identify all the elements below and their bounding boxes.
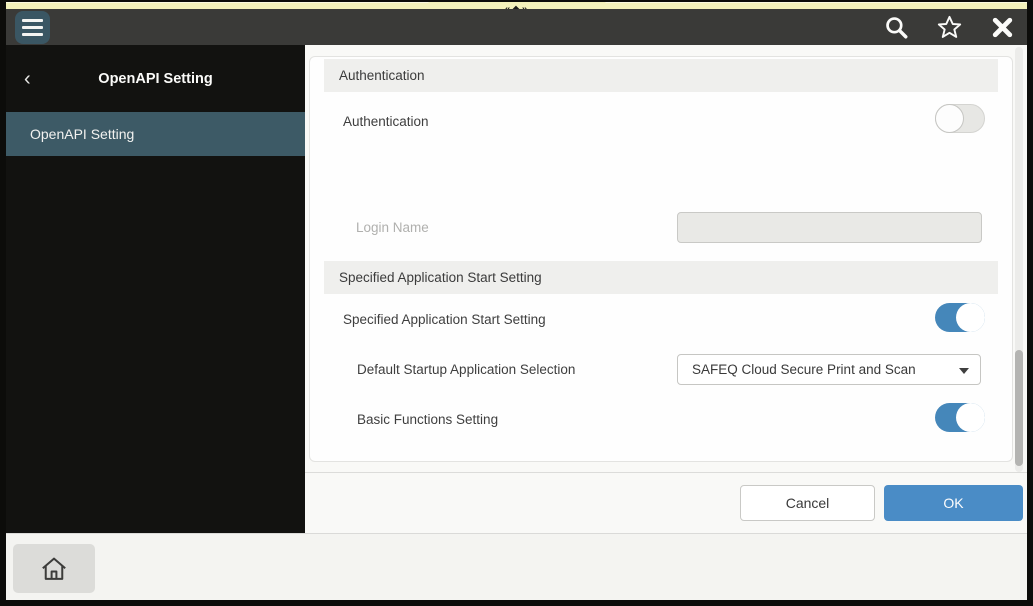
topbar (6, 9, 1027, 45)
sidebar-title: OpenAPI Setting (98, 71, 212, 87)
back-chevron-icon[interactable]: ‹ (20, 69, 35, 89)
topbar-icons (883, 9, 1015, 45)
specified-application-start-label: Specified Application Start Setting (343, 312, 546, 327)
bottom-dock (6, 533, 1027, 600)
select-value: SAFEQ Cloud Secure Print and Scan (692, 362, 916, 377)
search-icon[interactable] (883, 14, 909, 40)
device-screen: «◆» ‹ OpenAPI Setting OpenAPI Set (0, 0, 1033, 606)
section-header-authentication: Authentication (324, 59, 998, 92)
settings-panel: Authentication Authentication Login Name… (309, 56, 1013, 462)
basic-functions-label: Basic Functions Setting (357, 412, 498, 427)
authentication-label: Authentication (343, 114, 429, 129)
authentication-toggle[interactable] (935, 104, 985, 133)
toggle-knob (935, 104, 964, 133)
sidebar: ‹ OpenAPI Setting OpenAPI Setting (6, 45, 305, 533)
login-name-input[interactable] (677, 212, 982, 243)
close-icon[interactable] (990, 15, 1015, 40)
favorite-star-icon[interactable] (936, 14, 963, 41)
scrollbar-thumb[interactable] (1015, 350, 1023, 466)
home-icon (38, 553, 70, 585)
cancel-button[interactable]: Cancel (740, 485, 875, 521)
section-header-specified-application-start: Specified Application Start Setting (324, 261, 998, 294)
default-startup-application-select[interactable]: SAFEQ Cloud Secure Print and Scan (677, 354, 981, 385)
hamburger-icon (22, 19, 43, 22)
footer-divider (305, 472, 1027, 473)
login-name-label: Login Name (356, 220, 429, 235)
sidebar-header: ‹ OpenAPI Setting (6, 45, 305, 112)
scrollbar-track[interactable] (1015, 47, 1023, 472)
menu-button[interactable] (15, 11, 50, 44)
sidebar-item-openapi-setting[interactable]: OpenAPI Setting (6, 112, 305, 156)
basic-functions-toggle[interactable] (935, 403, 985, 432)
home-button[interactable] (13, 544, 95, 593)
toggle-knob (956, 303, 985, 332)
content-area: Authentication Authentication Login Name… (305, 45, 1027, 533)
default-startup-application-label: Default Startup Application Selection (357, 362, 575, 377)
toggle-knob (956, 403, 985, 432)
sidebar-item-label: OpenAPI Setting (30, 126, 134, 142)
specified-application-start-toggle[interactable] (935, 303, 985, 332)
ok-button[interactable]: OK (884, 485, 1023, 521)
caret-down-icon (959, 368, 969, 374)
